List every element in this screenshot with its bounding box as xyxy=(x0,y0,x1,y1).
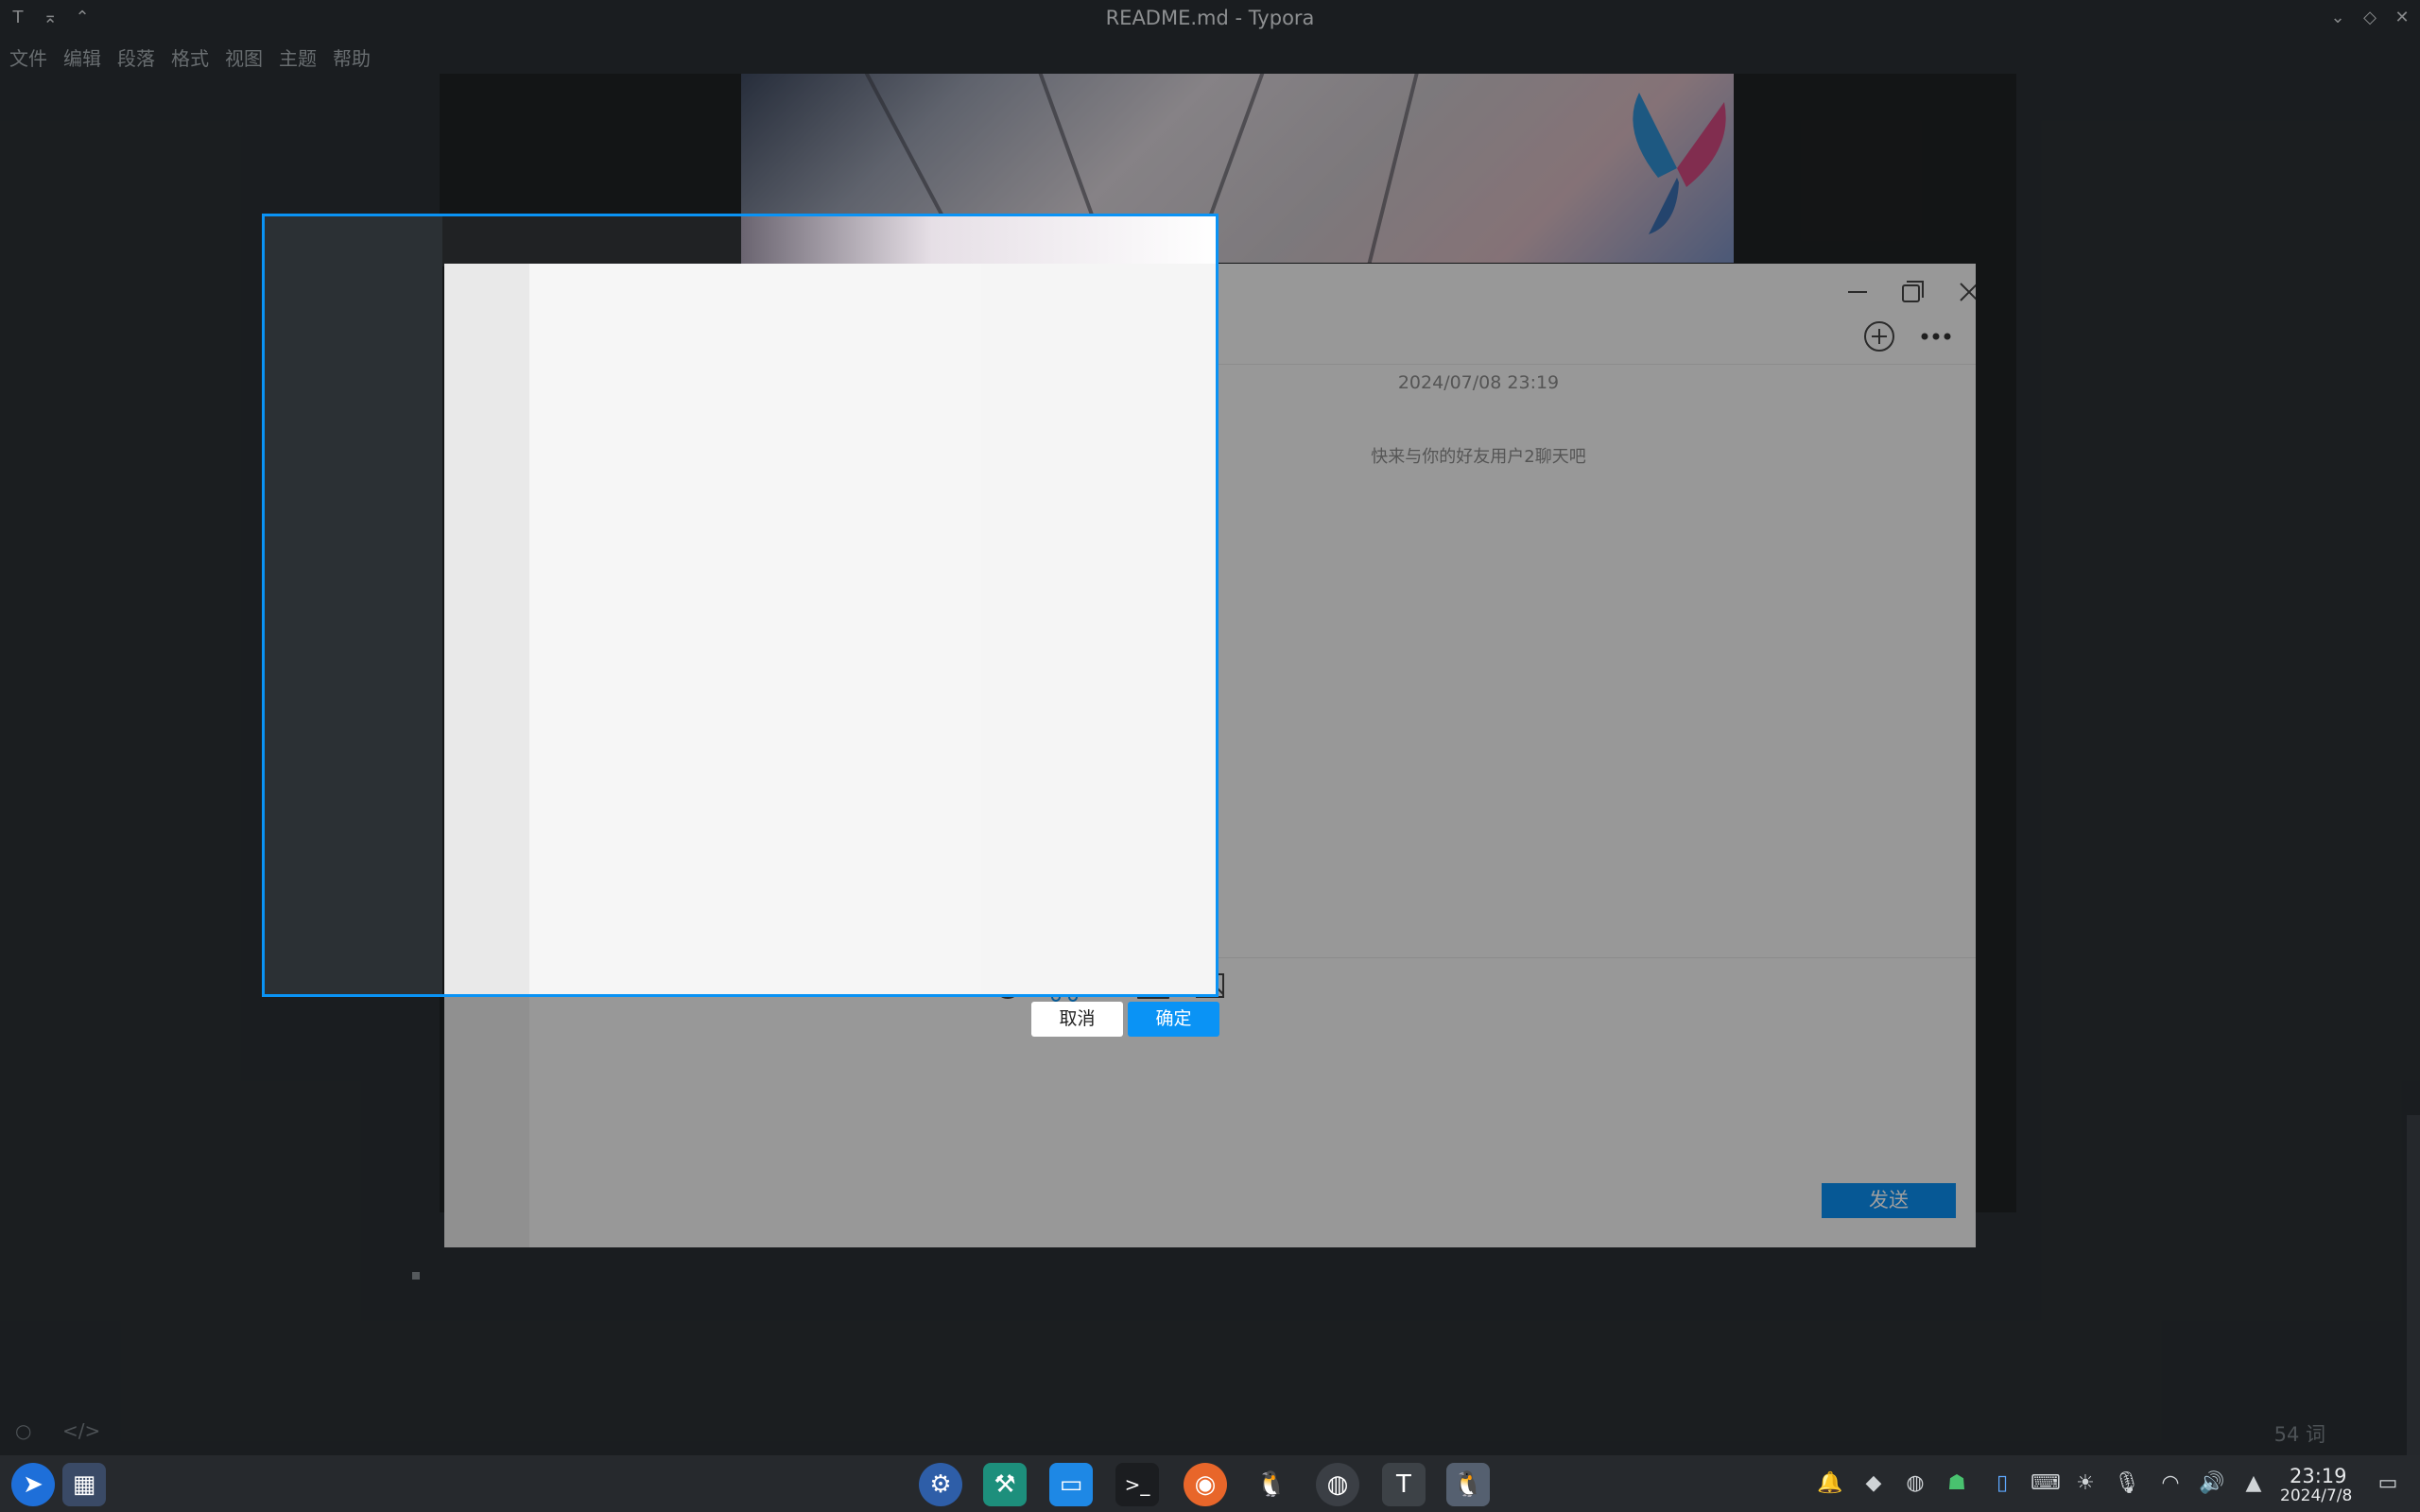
brightness-icon[interactable]: ☀ xyxy=(2072,1470,2099,1497)
volume-icon[interactable]: 🔊 xyxy=(2199,1470,2225,1497)
selection-content xyxy=(265,216,1216,994)
ghost-icon[interactable]: ☗ xyxy=(1944,1470,1970,1497)
firefox-icon[interactable]: ◉ xyxy=(1184,1463,1227,1506)
keyboard-icon[interactable]: ⌨ xyxy=(2031,1470,2061,1497)
status-circle-icon[interactable]: ○ xyxy=(15,1419,31,1442)
chat-pane-bright xyxy=(981,264,1216,994)
show-desktop-icon[interactable]: ▭ xyxy=(2375,1470,2401,1497)
scrollbar[interactable] xyxy=(2407,1115,2420,1455)
screenshot-cancel-button[interactable]: 取消 xyxy=(1031,1002,1123,1037)
screenshot-confirm-button[interactable]: 确定 xyxy=(1128,1002,1219,1037)
maximize-icon[interactable]: ◇ xyxy=(2358,6,2382,30)
menu-bar: 文件 编辑 段落 格式 视图 主题 帮助 xyxy=(0,36,2420,74)
qq-icon[interactable]: 🐧 xyxy=(1250,1463,1293,1506)
tray-expand-icon[interactable]: ▲ xyxy=(2240,1470,2267,1497)
cursor-dot xyxy=(412,1272,420,1280)
terminal-icon[interactable]: >_ xyxy=(1115,1463,1159,1506)
taskbar: ➤ ▦ ⚙ ⚒ ▭ >_ ◉ 🐧 ◍ T 🐧 🔔 ◆ ◍ ☗ ▯ ⌨ ☀ 🎙 ◠… xyxy=(0,1455,2420,1512)
menu-edit[interactable]: 编辑 xyxy=(63,43,101,71)
obs-tray-icon[interactable]: ◍ xyxy=(1902,1470,1928,1497)
network-icon[interactable]: ◠ xyxy=(2157,1470,2184,1497)
title-bar: T ⌅ ⌃ README.md - Typora ⌄ ◇ ✕ xyxy=(0,0,2420,36)
menu-help[interactable]: 帮助 xyxy=(333,43,371,71)
selection-content-inner xyxy=(265,216,1216,994)
file-manager-icon[interactable]: ▭ xyxy=(1049,1463,1093,1506)
menu-view[interactable]: 视图 xyxy=(225,43,263,71)
minimize-icon[interactable]: ⌄ xyxy=(2325,6,2350,30)
window-title: README.md - Typora xyxy=(1105,7,1315,29)
more-icon[interactable] xyxy=(1917,318,1955,355)
clock-date[interactable]: 2024/7/8 xyxy=(2280,1486,2352,1505)
add-circle-icon[interactable] xyxy=(1860,318,1898,355)
word-count[interactable]: 54 词 xyxy=(2274,1419,2325,1448)
menu-format[interactable]: 格式 xyxy=(171,43,209,71)
clipboard-icon[interactable]: ▯ xyxy=(1989,1470,2015,1497)
image-slice xyxy=(741,216,1216,264)
send-button[interactable]: 发送 xyxy=(1822,1183,1956,1218)
chat-app-icon[interactable]: 🐧 xyxy=(1446,1463,1490,1506)
conv-pane-bright xyxy=(529,264,981,994)
clock-time[interactable]: 23:19 xyxy=(2290,1465,2347,1487)
dev-tool-icon[interactable]: ⚒ xyxy=(983,1463,1027,1506)
qq-tray-icon[interactable]: ◆ xyxy=(1860,1470,1887,1497)
status-bar: ○ </> 54 词 xyxy=(0,1408,2420,1455)
typora-icon[interactable]: T xyxy=(1382,1463,1426,1506)
system-settings-icon[interactable]: ⚙ xyxy=(919,1463,962,1506)
launcher-icon[interactable]: ➤ xyxy=(11,1463,55,1506)
menu-file[interactable]: 文件 xyxy=(9,43,47,71)
menu-theme[interactable]: 主题 xyxy=(279,43,317,71)
minimize-icon[interactable] xyxy=(1839,273,1876,311)
microphone-icon[interactable]: 🎙 xyxy=(2114,1470,2140,1497)
source-code-icon[interactable]: </> xyxy=(62,1419,100,1442)
nav-rail-bright xyxy=(444,264,529,994)
close-icon[interactable]: ✕ xyxy=(2390,6,2414,30)
close-icon[interactable] xyxy=(1950,273,1976,311)
obs-icon[interactable]: ◍ xyxy=(1316,1463,1359,1506)
butterfly-graphic xyxy=(1633,93,1726,234)
notification-icon[interactable]: 🔔 xyxy=(1817,1470,1843,1497)
restore-icon[interactable] xyxy=(1893,273,1931,311)
workspace-switcher-icon[interactable]: ▦ xyxy=(62,1463,106,1506)
menu-paragraph[interactable]: 段落 xyxy=(117,43,155,71)
